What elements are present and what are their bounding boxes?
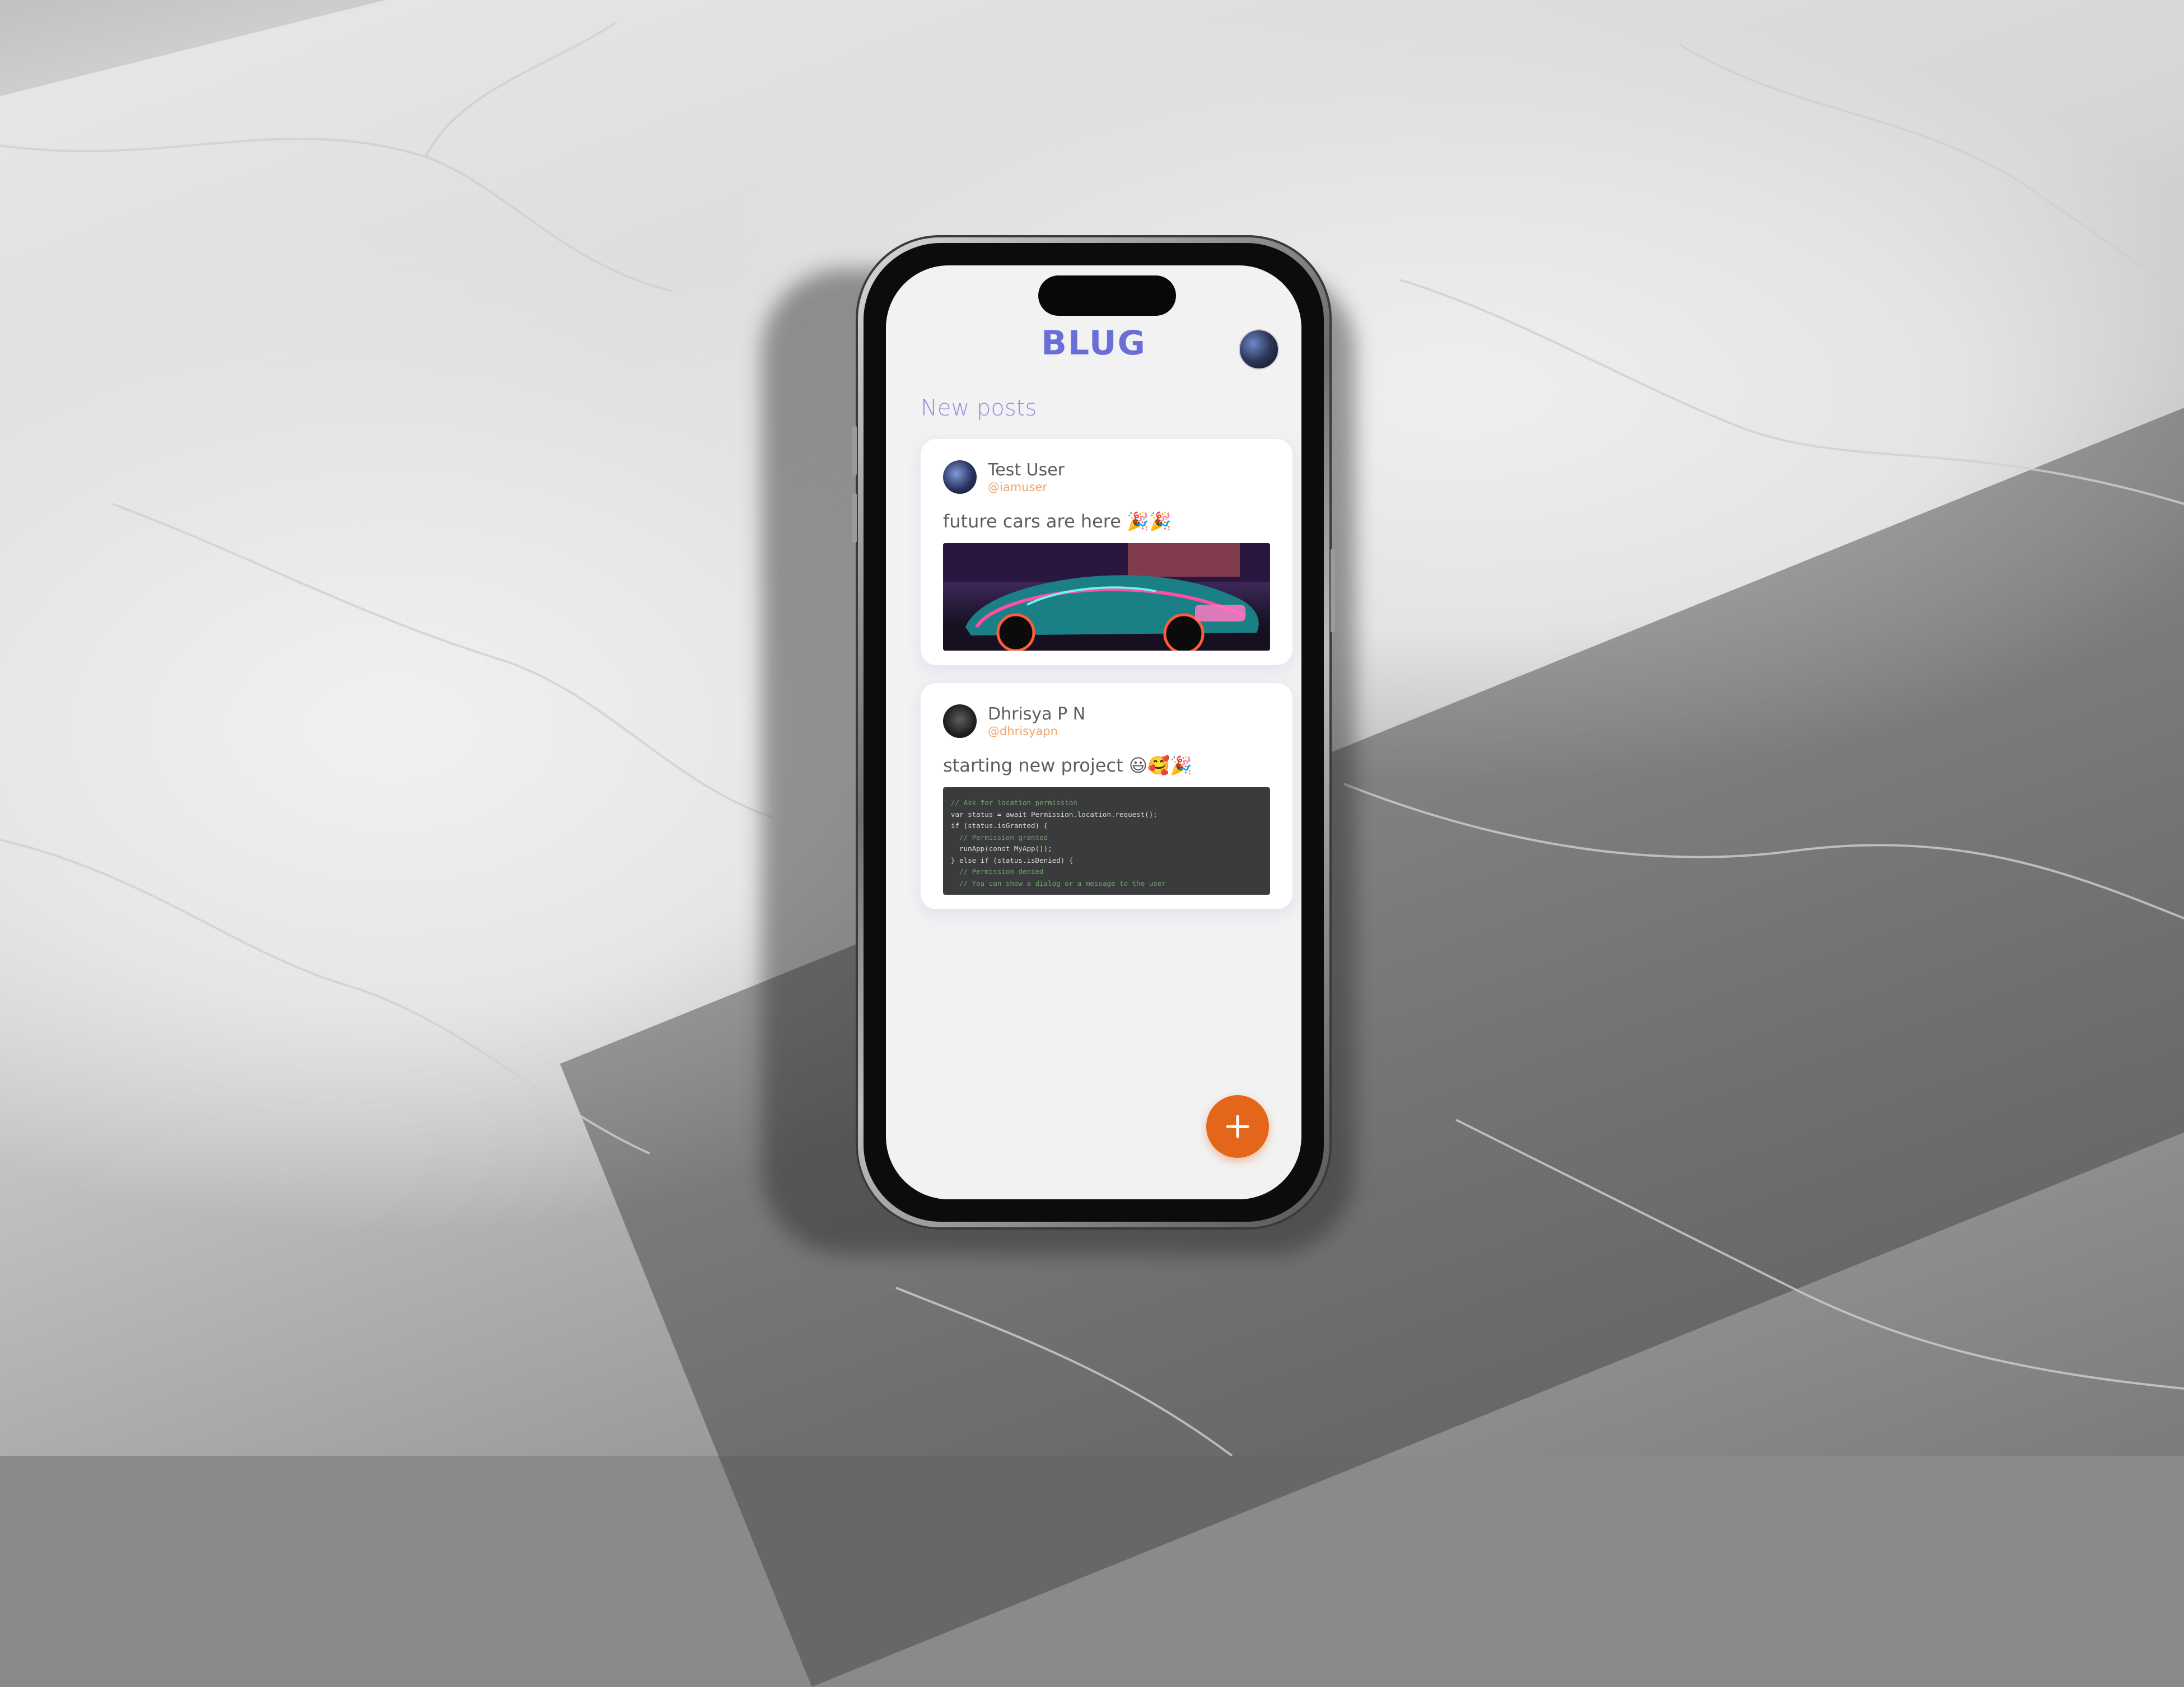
- new-post-button[interactable]: [1206, 1095, 1269, 1158]
- author-avatar[interactable]: [943, 460, 977, 494]
- code-line: // Permission granted: [951, 833, 1048, 842]
- profile-avatar[interactable]: [1239, 329, 1279, 370]
- post-image[interactable]: [943, 543, 1270, 651]
- phone-bezel: BLUG New posts Test User @iamuser future…: [864, 243, 1324, 1222]
- author-handle[interactable]: @iamuser: [988, 480, 1047, 494]
- volume-button: [852, 493, 857, 543]
- code-line: } else if (status.isDenied) {: [951, 856, 1074, 864]
- app-screen: BLUG New posts Test User @iamuser future…: [886, 265, 1301, 1199]
- app-header: BLUG: [886, 324, 1301, 370]
- post-text: starting new project 😃🥰🎉: [943, 755, 1192, 776]
- author-name[interactable]: Test User: [988, 460, 1065, 480]
- author-handle[interactable]: @dhrisyapn: [988, 725, 1058, 738]
- post-card[interactable]: Dhrisya P N @dhrisyapn starting new proj…: [921, 683, 1292, 909]
- post-image[interactable]: // Ask for location permission var statu…: [943, 787, 1270, 895]
- code-line: // Permission denied: [951, 867, 1044, 876]
- volume-button: [852, 426, 857, 476]
- post-card[interactable]: Test User @iamuser future cars are here …: [921, 439, 1292, 665]
- code-line: runApp(const MyApp());: [951, 844, 1052, 853]
- code-line: var status = await Permission.location.r…: [951, 810, 1158, 819]
- post-text: future cars are here 🎉🎉: [943, 511, 1172, 532]
- dynamic-island: [1038, 275, 1176, 316]
- phone-frame: BLUG New posts Test User @iamuser future…: [852, 235, 1335, 1230]
- code-line: if (status.isGranted) {: [951, 821, 1048, 830]
- author-avatar[interactable]: [943, 704, 977, 738]
- section-title: New posts: [921, 395, 1037, 421]
- code-line: // You can show a dialog or a message to…: [951, 878, 1166, 887]
- power-button: [1331, 549, 1335, 633]
- code-line: // Ask for location permission: [951, 798, 1077, 807]
- author-name[interactable]: Dhrisya P N: [988, 704, 1085, 724]
- neon-car-image: [943, 543, 1270, 651]
- plus-icon: [1226, 1115, 1249, 1138]
